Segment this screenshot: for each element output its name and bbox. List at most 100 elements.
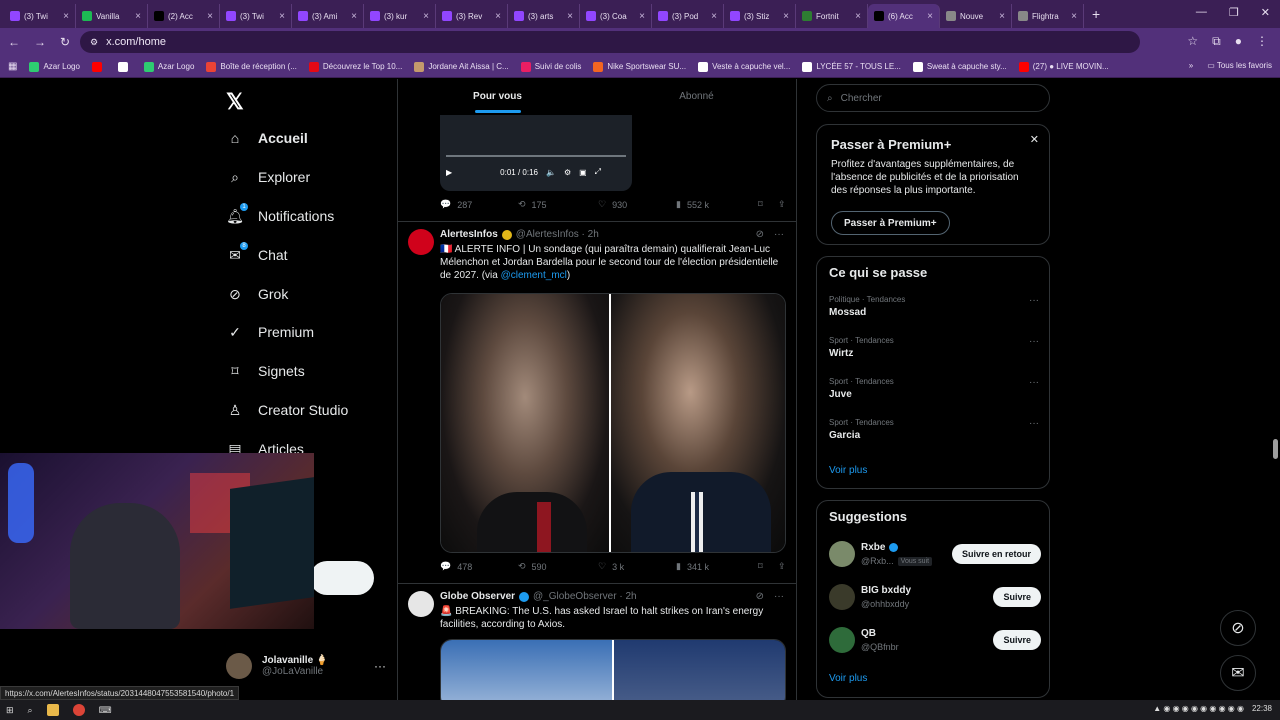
pip-icon[interactable]: ▣ <box>579 168 587 177</box>
tweet-more-icon[interactable]: ··· <box>774 229 784 240</box>
close-tab-icon[interactable]: × <box>639 11 645 22</box>
browser-tab[interactable]: (3) Stiz × <box>724 4 796 28</box>
reload-button[interactable]: ↻ <box>60 35 70 49</box>
play-icon[interactable]: ▶ <box>446 168 452 177</box>
back-button[interactable]: ← <box>8 35 20 49</box>
bookmark-item[interactable]: Jordane Ait Aissa | C... <box>414 61 509 72</box>
close-tab-icon[interactable]: × <box>423 11 429 22</box>
suggestion-item[interactable]: Rxbe @Rxb... Vous suit Suivre en retour <box>829 541 1041 569</box>
terminal-icon[interactable]: ⌨ <box>99 705 112 716</box>
follow-button[interactable]: Suivre <box>993 630 1041 650</box>
extensions-icon[interactable]: ⧉ <box>1212 34 1221 49</box>
bookmark-item[interactable]: Nike Sportswear SU... <box>593 61 686 72</box>
suggestions-more-link[interactable]: Voir plus <box>829 673 867 684</box>
tweet-author-name[interactable]: AlertesInfos <box>440 229 498 240</box>
browser-tab[interactable]: (3) Pod × <box>652 4 724 28</box>
forward-button[interactable]: → <box>34 35 46 49</box>
close-tab-icon[interactable]: × <box>855 11 861 22</box>
close-icon[interactable]: ✕ <box>1030 133 1039 146</box>
bookmark-item[interactable]: (27) ● LIVE MOVIN... <box>1018 61 1109 72</box>
nav-item-chat[interactable]: ✉ 8 Chat <box>226 242 288 264</box>
follow-button[interactable]: Suivre en retour <box>951 544 1041 564</box>
tray-icons[interactable]: ▲ ◉ ◉ ◉ ◉ ◉ ◉ ◉ ◉ ◉ <box>1153 704 1244 713</box>
tweet-photo[interactable] <box>440 293 786 553</box>
maximize-button[interactable]: ❐ <box>1229 6 1239 19</box>
reply-button[interactable]: 💬 478 <box>440 561 518 572</box>
avatar[interactable] <box>829 627 855 653</box>
tweet[interactable]: AlertesInfos @AlertesInfos · 2h ⊘ ··· 🇫🇷… <box>398 221 796 583</box>
nav-item-explorer[interactable]: ⌕ Explorer <box>226 168 310 186</box>
mention-link[interactable]: @clement_mcl <box>501 270 567 281</box>
trend-item[interactable]: Politique · Tendances Mossad ··· <box>829 295 1039 318</box>
search-icon[interactable]: ⌕ <box>28 705 33 716</box>
minimize-button[interactable]: — <box>1196 6 1207 19</box>
premium-button[interactable]: Passer à Premium+ <box>831 211 950 235</box>
bookmark-item[interactable]: Veste à capuche vel... <box>698 61 790 72</box>
bookmark-icon[interactable]: ⌑ <box>758 561 778 572</box>
clock[interactable]: 22:38 <box>1252 704 1272 713</box>
suggestion-name[interactable]: Rxbe <box>861 542 885 553</box>
avatar[interactable] <box>829 541 855 567</box>
trends-more-link[interactable]: Voir plus <box>829 465 867 476</box>
like-button[interactable]: ♡ 3 k <box>598 561 676 572</box>
nav-item-premium[interactable]: ✓ Premium <box>226 323 314 341</box>
search-input[interactable]: ⌕ Chercher <box>816 84 1050 112</box>
scrollbar[interactable] <box>1273 439 1278 459</box>
browser-tab[interactable]: (3) kur × <box>364 4 436 28</box>
tweet-photo[interactable] <box>440 639 786 700</box>
browser-tab[interactable]: (3) arts × <box>508 4 580 28</box>
tweet[interactable]: Globe Observer @_GlobeObserver · 2h ⊘ ··… <box>398 583 796 700</box>
x-logo-icon[interactable]: 𝕏 <box>226 89 244 115</box>
close-tab-icon[interactable]: × <box>63 11 69 22</box>
bookmark-item[interactable]: Azar Logo <box>29 61 80 72</box>
share-icon[interactable]: ⇪ <box>778 199 786 210</box>
tweet-more-icon[interactable]: ··· <box>774 591 784 602</box>
browser-tab[interactable]: Vanilla × <box>76 4 148 28</box>
file-explorer-icon[interactable] <box>46 704 59 716</box>
windows-start-icon[interactable]: ⊞ <box>6 705 14 716</box>
bookmark-item[interactable]: Sweat à capuche sty... <box>912 61 1007 72</box>
browser-tab[interactable]: Flightra × <box>1012 4 1084 28</box>
trend-more-icon[interactable]: ··· <box>1029 336 1039 347</box>
browser-tab[interactable]: (2) Acc × <box>148 4 220 28</box>
browser-tab[interactable]: Fortnit × <box>796 4 868 28</box>
nav-item-creator-studio[interactable]: ♙ Creator Studio <box>226 401 349 419</box>
avatar[interactable] <box>829 584 855 610</box>
views-button[interactable]: ▮ 341 k <box>676 561 758 572</box>
post-button[interactable] <box>310 561 374 595</box>
site-info-icon[interactable]: ⚙ <box>90 37 98 48</box>
tab-pour-vous[interactable]: Pour vous <box>398 79 597 113</box>
trend-item[interactable]: Sport · Tendances Juve ··· <box>829 377 1039 400</box>
trend-more-icon[interactable]: ··· <box>1029 418 1039 429</box>
profile-icon[interactable]: ● <box>1235 34 1242 49</box>
browser-tab[interactable]: Nouve × <box>940 4 1012 28</box>
suggestion-name[interactable]: QB <box>861 628 876 639</box>
browser-tab[interactable]: (6) Acc × <box>868 4 940 28</box>
close-window-button[interactable]: ✕ <box>1261 6 1270 19</box>
repost-button[interactable]: ⟲ 590 <box>518 561 598 572</box>
address-bar[interactable]: ⚙ x.com/home <box>80 31 1140 53</box>
account-switcher[interactable]: Jolavanille 🍦 @JoLaVanille ··· <box>226 653 386 679</box>
suggestion-item[interactable]: QB @QBfnbr Suivre <box>829 627 1041 655</box>
close-tab-icon[interactable]: × <box>711 11 717 22</box>
nav-item-accueil[interactable]: ⌂ Accueil <box>226 129 308 147</box>
close-tab-icon[interactable]: × <box>567 11 573 22</box>
nav-item-notifications[interactable]: 🔔︎ 1 Notifications <box>226 203 334 225</box>
trend-more-icon[interactable]: ··· <box>1029 377 1039 388</box>
close-tab-icon[interactable]: × <box>351 11 357 22</box>
nav-item-grok[interactable]: ⊘ Grok <box>226 285 288 303</box>
close-tab-icon[interactable]: × <box>999 11 1005 22</box>
messages-fab-icon[interactable]: ✉ <box>1220 655 1256 691</box>
views-button[interactable]: ▮ 552 k <box>676 199 758 210</box>
browser-tab[interactable]: (3) Twi × <box>4 4 76 28</box>
browser-tab[interactable]: (3) Ami × <box>292 4 364 28</box>
trend-more-icon[interactable]: ··· <box>1029 295 1039 306</box>
trend-item[interactable]: Sport · Tendances Wirtz ··· <box>829 336 1039 359</box>
close-tab-icon[interactable]: × <box>207 11 213 22</box>
grok-fab-icon[interactable]: ⊘ <box>1220 610 1256 646</box>
browser-tab[interactable]: (3) Rev × <box>436 4 508 28</box>
bookmark-item[interactable] <box>91 61 106 72</box>
star-bookmark-icon[interactable]: ☆ <box>1187 34 1198 49</box>
close-tab-icon[interactable]: × <box>927 11 933 22</box>
like-button[interactable]: ♡ 930 <box>598 199 676 210</box>
